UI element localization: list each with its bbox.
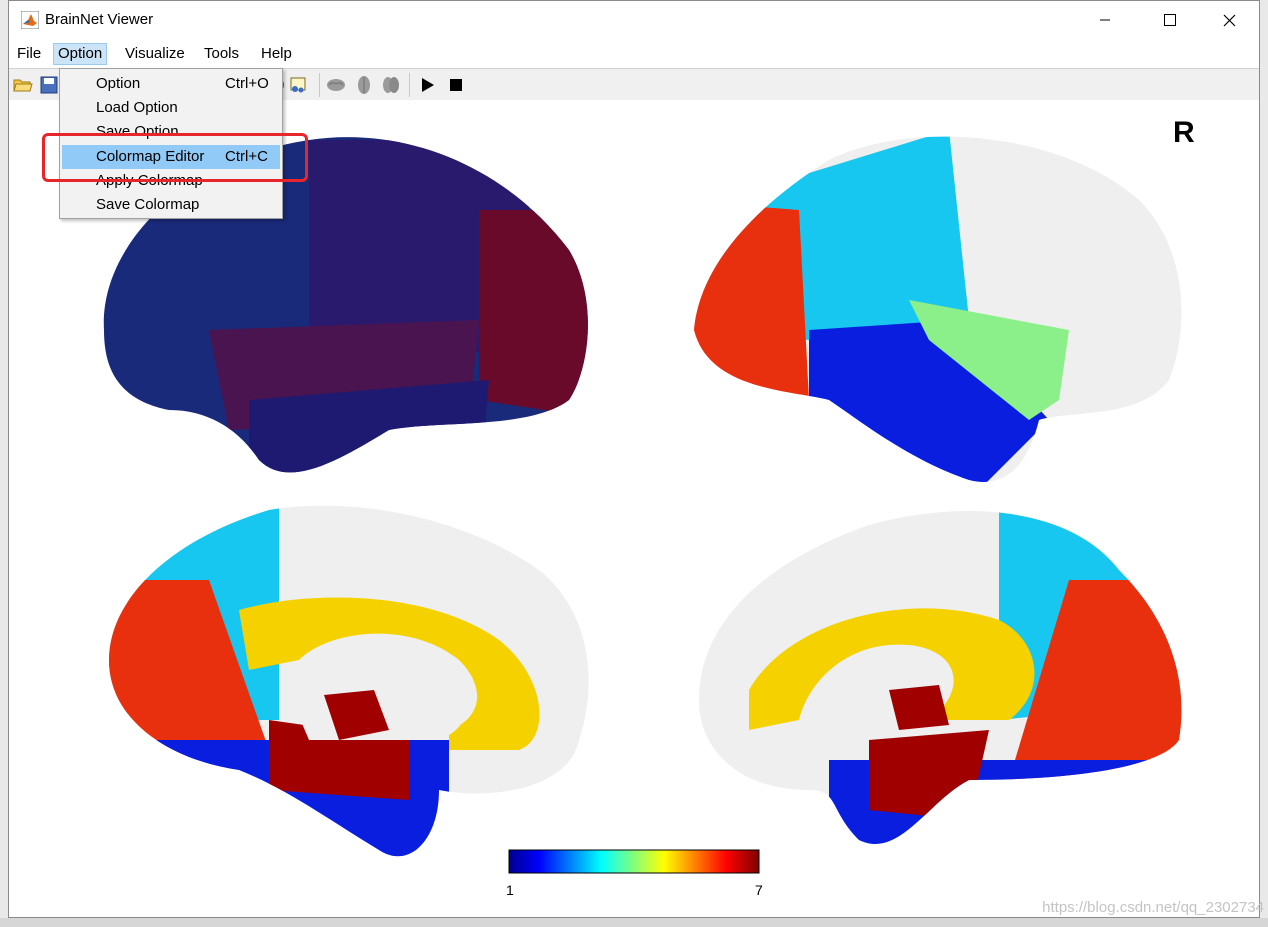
maximize-icon — [1164, 14, 1176, 26]
brain-medial-icon[interactable] — [381, 75, 401, 95]
brain-medial-left — [109, 505, 589, 857]
menu-item-load-option[interactable]: Load Option — [62, 96, 280, 120]
menu-item-option[interactable]: Option Ctrl+O — [62, 72, 280, 96]
colorbar — [508, 849, 760, 874]
minimize-button[interactable] — [1082, 7, 1128, 33]
colorbar-max-label: 7 — [755, 882, 763, 898]
watermark: https://blog.csdn.net/qq_2302734 — [1042, 899, 1264, 916]
brainnet-viewer-window: BrainNet Viewer File Option Visualize To… — [8, 0, 1260, 918]
desktop-background — [0, 918, 1268, 927]
brain-lateral-right — [694, 136, 1182, 482]
toolbar-separator — [319, 73, 320, 97]
menu-bar: File Option Visualize Tools Help ↘ — [9, 39, 1259, 97]
brain-medial-right — [699, 511, 1182, 845]
close-icon — [1223, 14, 1235, 26]
stop-icon[interactable] — [446, 75, 466, 95]
brain-top-icon[interactable] — [354, 75, 374, 95]
close-button[interactable] — [1206, 7, 1252, 33]
save-icon[interactable] — [39, 75, 59, 95]
camera-icon[interactable] — [289, 75, 309, 95]
menu-option[interactable]: Option — [53, 43, 108, 65]
menu-file[interactable]: File — [13, 43, 45, 65]
figure-canvas[interactable] — [9, 100, 1259, 917]
menu-tools[interactable]: Tools — [200, 43, 243, 65]
hemisphere-label: R — [1173, 116, 1195, 149]
menu-item-save-colormap[interactable]: Save Colormap — [62, 193, 280, 217]
menu-help[interactable]: Help — [257, 43, 296, 65]
menu-visualize[interactable]: Visualize — [121, 43, 189, 65]
matlab-logo-icon — [21, 11, 39, 29]
play-icon[interactable] — [417, 75, 437, 95]
open-folder-icon[interactable] — [13, 75, 33, 95]
brain-surface-figure — [103, 136, 1182, 874]
title-bar: BrainNet Viewer — [9, 1, 1259, 39]
brain-lateral-icon[interactable] — [326, 75, 346, 95]
maximize-button[interactable] — [1147, 7, 1193, 33]
annotation-highlight-box — [42, 133, 308, 182]
toolbar-separator — [409, 73, 410, 97]
minimize-icon — [1100, 19, 1110, 21]
window-title: BrainNet Viewer — [45, 11, 154, 28]
colorbar-min-label: 1 — [506, 882, 514, 898]
